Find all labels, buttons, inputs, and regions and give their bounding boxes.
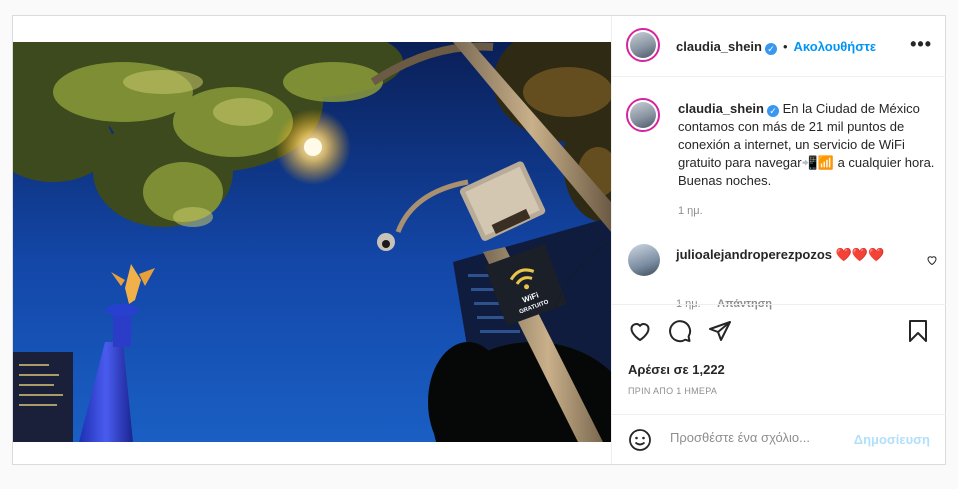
post-actions: Αρέσει σε 1,222 ΠΡΙΝ ΑΠΟ 1 ΗΜΕΡΑ [612,304,946,415]
emoji-icon[interactable] [628,428,652,452]
likes-count[interactable]: Αρέσει σε 1,222 [628,362,725,377]
paper-plane-icon[interactable] [708,319,732,343]
add-comment-bar: Δημοσίευση [612,414,946,465]
caption-author-avatar[interactable] [626,98,660,132]
bookmark-icon[interactable] [906,319,930,343]
comment-like-heart-icon[interactable] [926,254,938,266]
commenter-username[interactable]: julioalejandroperezpozos [676,247,832,262]
follow-button[interactable]: Ακολουθήστε [794,39,877,54]
post-header-meta: claudia_shein ✓ • Ακολουθήστε [676,38,876,56]
comment-text: ❤️❤️❤️ [835,247,885,262]
header-dot-separator: • [782,39,788,54]
post-timestamp[interactable]: ΠΡΙΝ ΑΠΟ 1 ΗΜΕΡΑ [628,386,717,396]
post-header: claudia_shein ✓ • Ακολουθήστε ••• [612,16,946,77]
author-avatar[interactable] [626,28,660,62]
post-caption: claudia_shein ✓ En la Ciudad de México co… [678,100,936,220]
comment-icon[interactable] [668,319,692,343]
instagram-post: WiFi GRATUITO claudia_shein ✓ • Ακολουθήστε… [12,15,946,465]
author-username[interactable]: claudia_shein [676,39,762,54]
verified-badge-icon: ✓ [764,43,777,55]
caption-author-username[interactable]: claudia_shein [678,101,764,116]
post-side-panel: claudia_shein ✓ • Ακολουθήστε ••• claudia_s… [611,16,946,464]
commenter-avatar[interactable] [628,244,660,276]
caption-timestamp[interactable]: 1 ημ. [678,202,936,220]
comment-input[interactable] [668,429,852,446]
more-options-icon[interactable]: ••• [910,34,932,55]
post-media: WiFi GRATUITO [13,16,611,464]
post-photo[interactable]: WiFi GRATUITO [13,42,611,442]
verified-badge-icon: ✓ [766,105,779,117]
photo-image: WiFi GRATUITO [13,42,611,442]
comment-body: julioalejandroperezpozos ❤️❤️❤️ [676,246,884,264]
publish-button[interactable]: Δημοσίευση [854,432,930,447]
heart-icon[interactable] [628,319,652,343]
